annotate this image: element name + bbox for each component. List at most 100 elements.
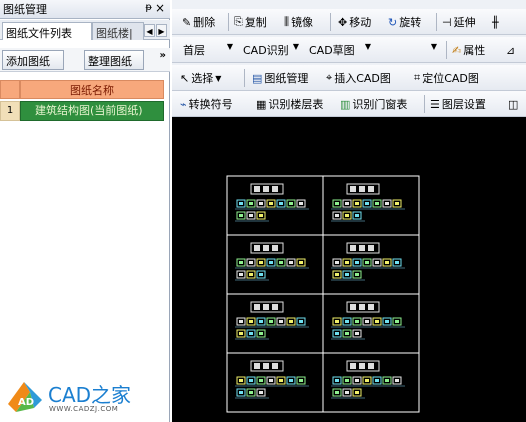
drawing-text-glyph-fill (385, 202, 389, 205)
recognize-floor-table-label: 识别楼层表 (268, 98, 324, 111)
layer-toolbar: 首层 ▼ CAD识别 ▼ CAD草图 ▼ ▼ ✍ 属性 ⊿ (172, 37, 526, 63)
drawing-text-glyph-fill (299, 320, 303, 323)
panel-title-bar: 图纸管理 ᵽ × (0, 0, 170, 19)
layer-icon: ☰ (430, 97, 440, 111)
pencil-icon: ✎ (182, 15, 192, 29)
drawing-text-glyph-fill (269, 202, 273, 205)
drawing-title-glyph (368, 186, 374, 192)
cursor-icon: ↖ (180, 71, 190, 85)
separator (228, 13, 229, 31)
tab-scroll-left-icon[interactable]: ◀ (144, 24, 155, 37)
drawing-manage-button[interactable]: ▤ 图纸管理 (252, 69, 308, 87)
select-button[interactable]: ↖ 选择 ▼ (180, 69, 221, 87)
chevron-down-icon: ▼ (226, 42, 233, 51)
floor-select[interactable]: 首层 ▼ (180, 41, 236, 59)
properties-label: 属性 (463, 44, 486, 57)
locate-cad-label: 定位CAD图 (422, 72, 479, 85)
svg-text:AD: AD (18, 397, 34, 408)
drawing-text-glyph-fill (375, 202, 379, 205)
drawing-title-glyph (263, 363, 269, 369)
tab-drawing-floor[interactable]: 图纸楼| (92, 22, 144, 40)
extend-icon: ⊣ (442, 15, 452, 29)
drawing-text-glyph-fill (355, 273, 359, 276)
drawing-title-glyph (368, 245, 374, 251)
drawing-text-glyph-fill (269, 261, 273, 264)
convert-symbol-icon: ⌁ (180, 97, 187, 111)
drawing-title-glyph (368, 304, 374, 310)
drawing-text-glyph-fill (249, 379, 253, 382)
drawing-text-glyph-fill (365, 379, 369, 382)
drawing-text-glyph-fill (345, 273, 349, 276)
drawing-title-glyph (263, 186, 269, 192)
drawing-manage-label: 图纸管理 (264, 72, 309, 85)
drawing-text-glyph-fill (239, 379, 243, 382)
extra-tool-icon[interactable]: ◫ (508, 95, 518, 113)
drawing-text-glyph-fill (345, 320, 349, 323)
grid-row-drawing-name[interactable]: 建筑结构图(当前图纸) (20, 101, 164, 121)
convert-symbol-button[interactable]: ⌁ 转换符号 (180, 95, 233, 113)
drawing-title-glyph (350, 186, 356, 192)
tab-drawing-file-list[interactable]: 图纸文件列表 (2, 22, 92, 40)
drawing-text-glyph-fill (385, 379, 389, 382)
insert-cad-button[interactable]: ⌖ 插入CAD图 (326, 69, 391, 87)
cad-draft-select[interactable]: CAD草图 ▼ (306, 41, 374, 59)
drawing-title-glyph (272, 363, 278, 369)
locate-cad-button[interactable]: ⌗ 定位CAD图 (414, 69, 479, 87)
chevron-down-icon: ▼ (364, 42, 371, 51)
copy-button[interactable]: ⎘ 复制 (234, 13, 267, 31)
more-chevron-icon[interactable]: » (160, 50, 166, 61)
drawing-text-glyph-fill (279, 379, 283, 382)
recognize-toolbar: ⌁ 转换符号 ▦ 识别楼层表 ▥ 识别门窗表 ☰ 图层设置 ◫ (172, 91, 526, 117)
grid-header-drawing-name[interactable]: 图纸名称 (20, 80, 164, 99)
tab-scroll-right-icon[interactable]: ▶ (156, 24, 167, 37)
drawing-text-glyph-fill (335, 391, 339, 394)
cad-recognize-select[interactable]: CAD识别 ▼ (240, 41, 302, 59)
drawing-title-glyph (359, 245, 365, 251)
edit-icon[interactable]: ⊿ (506, 41, 515, 59)
cad-toolbar: ↖ 选择 ▼ ▤ 图纸管理 ⌖ 插入CAD图 ⌗ 定位CAD图 (172, 65, 526, 91)
layer-settings-button[interactable]: ☰ 图层设置 (430, 95, 486, 113)
drawing-title-glyph (254, 363, 260, 369)
drawing-text-glyph-fill (239, 214, 243, 217)
mirror-icon: ⫼ (284, 15, 290, 28)
cadzj-logo: AD CAD之家 WWW.CADZJ.COM (4, 378, 164, 418)
drawing-text-glyph-fill (289, 379, 293, 382)
recognize-door-window-button[interactable]: ▥ 识别门窗表 (340, 95, 407, 113)
drawing-text-glyph-fill (279, 261, 283, 264)
toolbar-area: ✎ 删除 ⎘ 复制 ⫼ 镜像 ✥ 移动 ↻ 旋转 ⊣ 延伸 ╫ 首层 ▼ CAD… (172, 0, 526, 117)
grid-corner (0, 80, 20, 99)
drawing-text-glyph-fill (249, 391, 253, 394)
delete-button[interactable]: ✎ 删除 (182, 13, 215, 31)
drawing-text-glyph-fill (355, 379, 359, 382)
drawing-text-glyph-fill (355, 261, 359, 264)
drawing-title-glyph (272, 245, 278, 251)
drawing-text-glyph-fill (335, 202, 339, 205)
close-icon[interactable]: × (155, 1, 165, 15)
delete-label: 删除 (193, 16, 216, 29)
drawing-text-glyph-fill (345, 391, 349, 394)
add-drawing-button[interactable]: 添加图纸 (2, 50, 64, 70)
drawing-text-glyph-fill (259, 332, 263, 335)
drawing-text-glyph-fill (375, 320, 379, 323)
empty-select[interactable]: ▼ (378, 41, 440, 59)
mirror-button[interactable]: ⫼ 镜像 (284, 13, 313, 31)
drawing-manage-icon: ▤ (252, 71, 263, 85)
recognize-floor-table-button[interactable]: ▦ 识别楼层表 (256, 95, 323, 113)
logo-url: WWW.CADZJ.COM (49, 405, 119, 413)
split-icon[interactable]: ╫ (492, 13, 499, 31)
rotate-button[interactable]: ↻ 旋转 (388, 13, 421, 31)
chevron-down-icon: ▼ (430, 42, 437, 51)
drawing-text-glyph-fill (345, 379, 349, 382)
locate-cad-icon: ⌗ (414, 71, 421, 84)
drawing-text-glyph-fill (335, 320, 339, 323)
cad-drawing-canvas[interactable] (172, 117, 526, 422)
properties-button[interactable]: ✍ 属性 (452, 41, 485, 59)
drawing-title-glyph (254, 245, 260, 251)
pin-icon[interactable]: ᵽ (145, 2, 152, 13)
drawing-text-glyph-fill (239, 320, 243, 323)
move-button[interactable]: ✥ 移动 (338, 13, 371, 31)
drawing-title-glyph (263, 304, 269, 310)
drawing-text-glyph-fill (375, 379, 379, 382)
organize-drawing-button[interactable]: 整理图纸 (84, 50, 144, 70)
extend-button[interactable]: ⊣ 延伸 (442, 13, 476, 31)
